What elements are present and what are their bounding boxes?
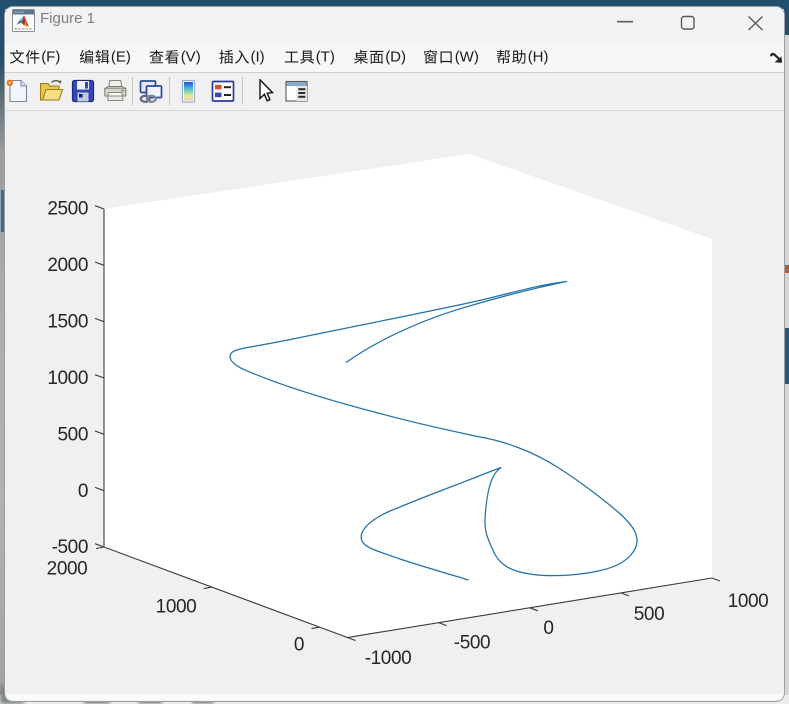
svg-text:1500: 1500 [47, 312, 88, 333]
svg-text:2000: 2000 [47, 255, 88, 276]
svg-text:-500: -500 [52, 537, 88, 558]
svg-text:-500: -500 [454, 633, 490, 654]
svg-text:0: 0 [78, 481, 88, 502]
svg-text:0: 0 [543, 618, 553, 639]
svg-text:2500: 2500 [47, 199, 88, 220]
svg-text:-1000: -1000 [365, 648, 412, 669]
svg-text:1000: 1000 [728, 591, 769, 612]
svg-text:2000: 2000 [47, 559, 88, 580]
svg-text:500: 500 [57, 425, 88, 446]
svg-text:500: 500 [634, 604, 665, 625]
svg-text:1000: 1000 [156, 597, 197, 618]
svg-text:1000: 1000 [47, 368, 88, 389]
svg-text:0: 0 [294, 635, 304, 656]
